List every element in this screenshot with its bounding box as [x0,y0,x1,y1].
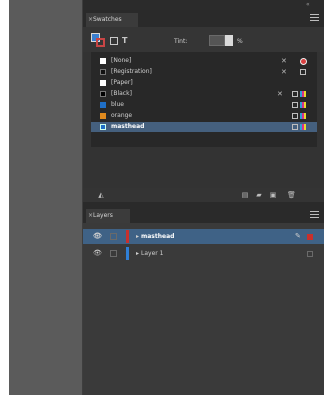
x-icon: ✕ [277,90,283,98]
layer-row-selected[interactable]: 👁 ▸ masthead ✎ [83,229,324,244]
swatch-label: masthead [111,123,145,130]
registration-icon [300,58,307,65]
tint-input[interactable] [209,35,225,46]
swatches-controls: T Tint: % [83,27,324,52]
layer-row[interactable]: 👁 ▸ Layer 1 [83,246,324,261]
square-icon [292,124,298,130]
app-window: « × Swatches T Tint: % [None] ✕ [Registr… [9,0,324,395]
tab-layers-label: Layers [93,212,113,219]
tab-swatches[interactable]: × Swatches [86,13,138,27]
layer-target-icon[interactable] [307,251,313,257]
disclosure-triangle-icon[interactable]: ▸ [136,229,139,244]
swatch-chip [100,113,106,119]
panel-dock: « × Swatches T Tint: % [None] ✕ [Registr… [83,0,324,395]
layers-panel-menu-icon[interactable] [310,211,319,219]
disclosure-triangle-icon[interactable]: ▸ [136,246,139,261]
delete-swatch-icon[interactable]: 🗑 [287,191,296,199]
lock-toggle-icon[interactable] [110,250,117,257]
layer-label: masthead [141,233,175,240]
visibility-eye-icon[interactable]: 👁 [93,246,103,261]
swatch-row[interactable]: [Registration] ✕ [91,67,317,77]
x-icon: ✕ [281,68,287,76]
formatting-container-icon[interactable] [110,37,118,45]
tint-dropdown-icon[interactable] [225,35,233,46]
fill-stroke-icon[interactable] [91,33,105,47]
swatch-chip [100,91,106,97]
layer-color-bar [126,230,129,243]
tint-label: Tint: [174,38,188,45]
swatch-chip [100,102,106,108]
pen-icon: ✎ [295,232,301,240]
lock-toggle-icon[interactable] [110,233,117,240]
cmyk-icon [300,91,306,97]
layer-target-icon[interactable] [307,234,313,240]
swatch-row[interactable]: orange [91,111,317,121]
layer-list: 👁 ▸ masthead ✎ 👁 ▸ Layer 1 [83,223,324,395]
cmyk-icon [300,124,306,130]
cmyk-icon [300,102,306,108]
tab-layers[interactable]: × Layers [86,209,130,223]
swatch-row[interactable]: [Paper] [91,78,317,88]
swatch-label: [Registration] [111,68,152,75]
visibility-eye-icon[interactable]: 👁 [93,229,103,244]
square-icon [292,113,298,119]
swatch-row[interactable]: blue [91,100,317,110]
swatches-footer: ◭ ▤ ▰ ▣ 🗑 [83,188,324,202]
swatch-label: [None] [111,57,132,64]
swatch-label: [Black] [111,90,132,97]
swatch-list: [None] ✕ [Registration] ✕ [Paper] [Black… [91,52,317,147]
collapse-dock-icon[interactable]: « [306,1,316,8]
swatch-chip [100,124,106,130]
document-canvas[interactable] [9,0,82,395]
swatch-chip [100,69,106,75]
swatch-chip [100,80,106,86]
square-icon [292,102,298,108]
cmyk-icon [300,113,306,119]
tint-unit: % [237,38,243,45]
dock-title-bar: « [83,0,324,10]
close-tab-icon[interactable]: × [88,13,93,27]
layers-tab-bar: × Layers [83,205,324,223]
square-icon [292,91,298,97]
tab-swatches-label: Swatches [93,16,122,23]
new-color-group-icon[interactable]: ▰ [255,191,263,199]
swatch-label: orange [111,112,133,119]
swatch-views-icon[interactable]: ▤ [241,191,249,199]
swatch-row-selected[interactable]: masthead [91,122,317,132]
show-all-swatches-icon[interactable]: ◭ [97,191,105,199]
swatch-label: blue [111,101,124,108]
close-tab-icon[interactable]: × [88,209,93,223]
x-icon: ✕ [281,57,287,65]
swatch-row[interactable]: [Black] ✕ [91,89,317,99]
stroke-swatch-icon[interactable] [96,38,105,47]
layer-color-bar [126,247,129,260]
swatches-panel-menu-icon[interactable] [310,14,319,22]
new-swatch-icon[interactable]: ▣ [269,191,277,199]
swatch-label: [Paper] [111,79,133,86]
square-icon [300,69,306,75]
swatch-chip [100,58,106,64]
layer-label: Layer 1 [141,250,164,257]
swatches-tab-bar: × Swatches [83,10,324,27]
swatch-row[interactable]: [None] ✕ [91,56,317,66]
formatting-text-icon[interactable]: T [122,36,130,45]
